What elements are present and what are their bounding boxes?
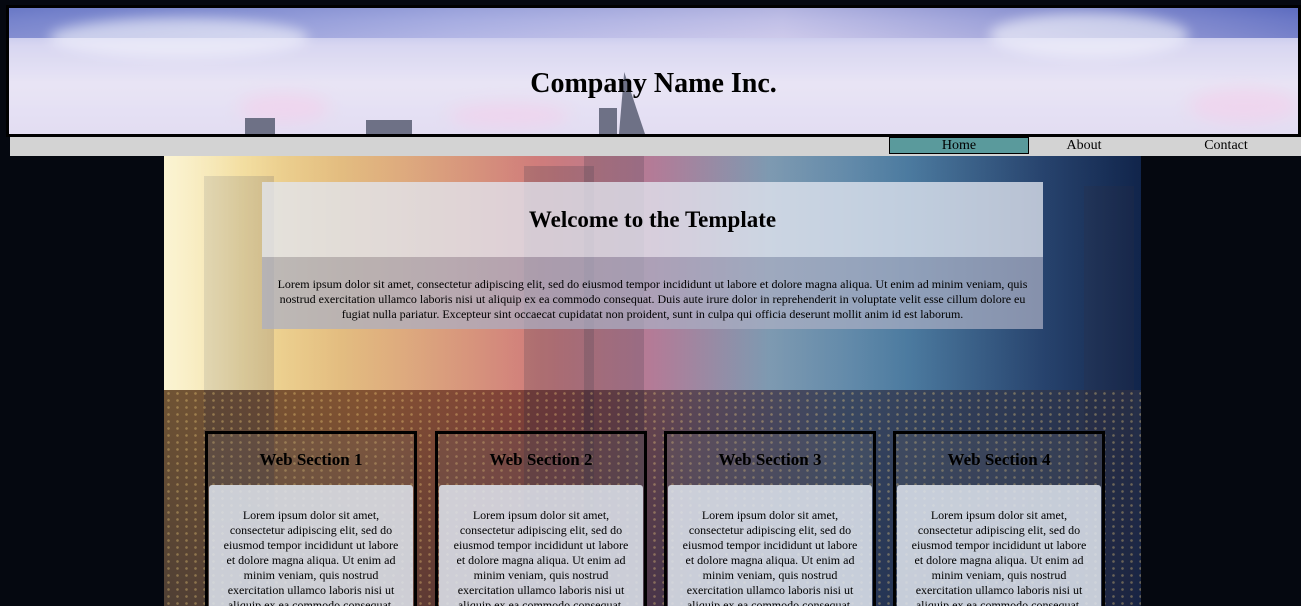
header-banner: Company Name Inc.	[6, 5, 1301, 137]
welcome-text: Lorem ipsum dolor sit amet, consectetur …	[262, 257, 1043, 329]
section-title: Web Section 2	[489, 450, 593, 469]
section-text: Lorem ipsum dolor sit amet, consectetur …	[209, 485, 413, 606]
skyline-building	[366, 120, 412, 134]
section-title: Web Section 4	[947, 450, 1051, 469]
section-title: Web Section 1	[259, 450, 363, 469]
section-card-4: Web Section 4 Lorem ipsum dolor sit amet…	[893, 431, 1105, 606]
section-text: Lorem ipsum dolor sit amet, consectetur …	[897, 485, 1101, 606]
section-text: Lorem ipsum dolor sit amet, consectetur …	[668, 485, 872, 606]
nav-item-contact[interactable]: Contact	[1157, 137, 1295, 154]
skyline-building	[599, 108, 617, 134]
nav-bar: Home About Contact	[10, 135, 1301, 156]
section-text: Lorem ipsum dolor sit amet, consectetur …	[439, 485, 643, 606]
welcome-title: Welcome to the Template	[262, 182, 1043, 257]
section-card-3: Web Section 3 Lorem ipsum dolor sit amet…	[664, 431, 876, 606]
main-content: Welcome to the Template Lorem ipsum dolo…	[164, 156, 1141, 606]
page-title: Company Name Inc.	[530, 68, 777, 99]
section-title: Web Section 3	[718, 450, 822, 469]
skyline-building	[245, 118, 275, 134]
nav-item-about[interactable]: About	[1015, 137, 1153, 154]
section-card-2: Web Section 2 Lorem ipsum dolor sit amet…	[435, 431, 647, 606]
page: Company Name Inc. Home About Contact Wel…	[0, 0, 1301, 606]
section-card-1: Web Section 1 Lorem ipsum dolor sit amet…	[205, 431, 417, 606]
nav-item-home[interactable]: Home	[889, 137, 1029, 154]
welcome-panel: Welcome to the Template Lorem ipsum dolo…	[262, 182, 1043, 329]
